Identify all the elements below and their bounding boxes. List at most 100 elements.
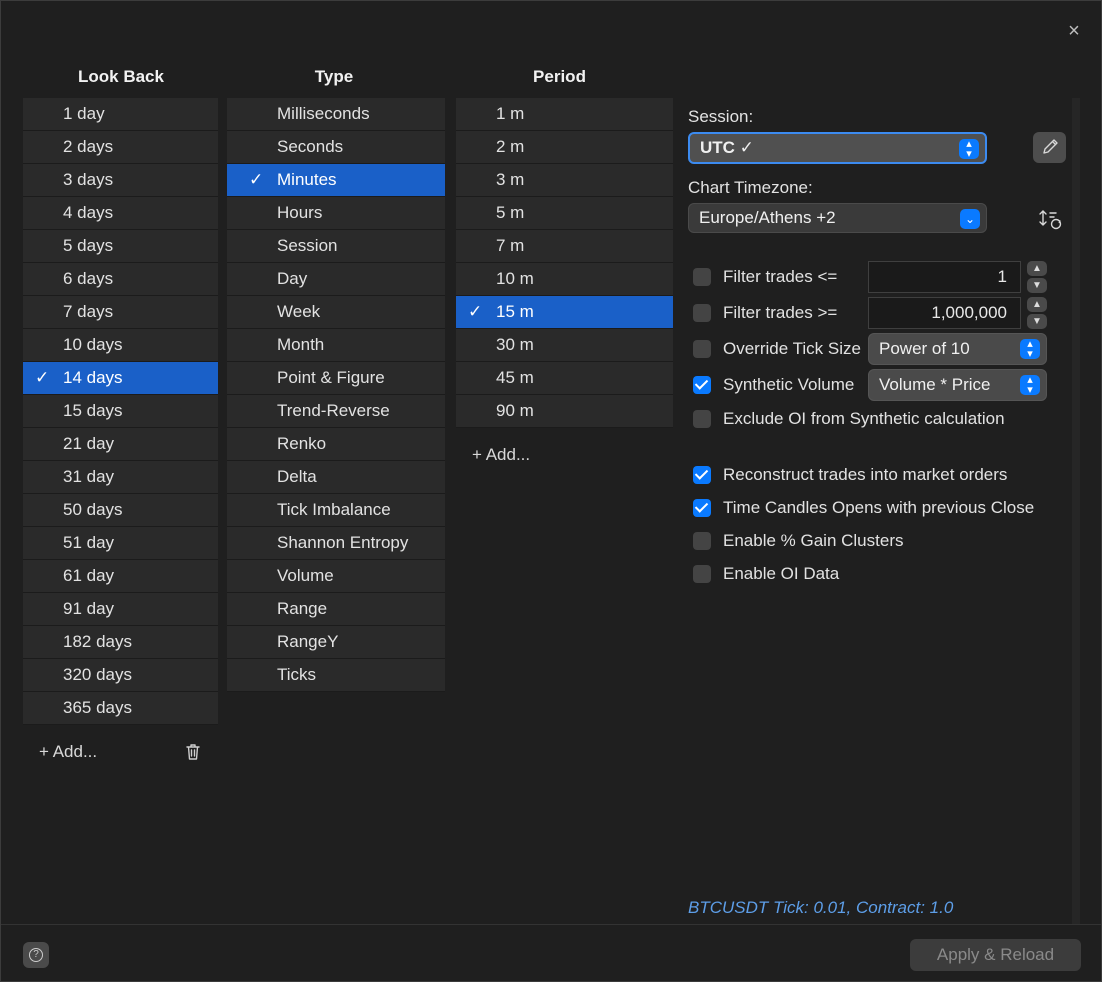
lookback-item[interactable]: 51 day xyxy=(23,527,218,560)
lookback-item[interactable]: 320 days xyxy=(23,659,218,692)
time-candles-checkbox[interactable] xyxy=(693,499,711,517)
trash-icon[interactable] xyxy=(184,742,202,762)
filter-le-label: Filter trades <= xyxy=(723,267,838,286)
filter-le-stepper[interactable]: ▲ ▼ xyxy=(1027,261,1047,293)
chevron-down-icon[interactable]: ▼ xyxy=(1027,278,1047,293)
type-item-label: Month xyxy=(277,335,325,354)
chevron-down-icon[interactable]: ▼ xyxy=(1027,314,1047,329)
type-item[interactable]: Seconds xyxy=(227,131,445,164)
filter-ge-checkbox[interactable] xyxy=(693,304,711,322)
period-item[interactable]: 7 m xyxy=(456,230,673,263)
type-item-label: Session xyxy=(277,236,338,255)
lookback-item[interactable]: 1 day xyxy=(23,98,218,131)
lookback-item[interactable]: 182 days xyxy=(23,626,218,659)
type-item-label: Milliseconds xyxy=(277,104,370,123)
chevron-up-icon[interactable]: ▲ xyxy=(1027,261,1047,276)
checkmark-icon: ✓ xyxy=(35,368,50,387)
type-item[interactable]: Point & Figure xyxy=(227,362,445,395)
lookback-item[interactable]: 3 days xyxy=(23,164,218,197)
exclude-oi-checkbox[interactable] xyxy=(693,410,711,428)
period-add-button[interactable]: + Add... xyxy=(472,445,530,465)
type-item[interactable]: Renko xyxy=(227,428,445,461)
period-item-label: 90 m xyxy=(496,401,534,420)
chevron-up-icon[interactable]: ▲ xyxy=(1027,297,1047,312)
lookback-item[interactable]: 50 days xyxy=(23,494,218,527)
type-item-label: Range xyxy=(277,599,328,618)
lookback-add-button[interactable]: + Add... xyxy=(39,742,97,762)
lookback-item[interactable]: 10 days xyxy=(23,329,218,362)
lookback-item[interactable]: 61 day xyxy=(23,560,218,593)
period-item[interactable]: 5 m xyxy=(456,197,673,230)
type-item-label: Week xyxy=(277,302,321,321)
type-item[interactable]: Volume xyxy=(227,560,445,593)
type-item[interactable]: ✓ Minutes xyxy=(227,164,445,197)
type-item[interactable]: Tick Imbalance xyxy=(227,494,445,527)
filter-le-input[interactable]: 1 xyxy=(868,261,1021,293)
type-item[interactable]: Range xyxy=(227,593,445,626)
override-tick-checkbox[interactable] xyxy=(693,340,711,358)
swap-sort-icon[interactable] xyxy=(1037,207,1063,231)
lookback-item[interactable]: ✓ 14 days xyxy=(23,362,218,395)
type-item[interactable]: Shannon Entropy xyxy=(227,527,445,560)
apply-reload-button[interactable]: Apply & Reload xyxy=(910,939,1081,971)
type-item[interactable]: Ticks xyxy=(227,659,445,692)
filter-le-checkbox[interactable] xyxy=(693,268,711,286)
lookback-item[interactable]: 21 day xyxy=(23,428,218,461)
synthetic-volume-checkbox[interactable] xyxy=(693,376,711,394)
period-item[interactable]: 45 m xyxy=(456,362,673,395)
lookback-item[interactable]: 2 days xyxy=(23,131,218,164)
lookback-item-label: 51 day xyxy=(63,533,115,552)
reconstruct-checkbox[interactable] xyxy=(693,466,711,484)
synthetic-volume-select[interactable]: Volume * Price ▴ ▾ xyxy=(868,369,1047,401)
type-item[interactable]: Delta xyxy=(227,461,445,494)
lookback-item[interactable]: 5 days xyxy=(23,230,218,263)
type-item[interactable]: Week xyxy=(227,296,445,329)
lookback-item-label: 91 day xyxy=(63,599,115,618)
lookback-item[interactable]: 7 days xyxy=(23,296,218,329)
period-item[interactable]: 30 m xyxy=(456,329,673,362)
help-button[interactable]: ? xyxy=(23,942,49,968)
period-item-label: 15 m xyxy=(496,302,534,321)
pencil-icon xyxy=(1043,139,1058,154)
type-item-label: Trend-Reverse xyxy=(277,401,390,420)
period-item-label: 30 m xyxy=(496,335,534,354)
lookback-item[interactable]: 6 days xyxy=(23,263,218,296)
type-item-label: Volume xyxy=(277,566,334,585)
lookback-list: 1 day 2 days 3 days 4 days 5 days 6 days 7 day… xyxy=(23,98,218,725)
gain-clusters-checkbox[interactable] xyxy=(693,532,711,550)
session-select[interactable]: UTC ✓ ▴ ▾ xyxy=(688,132,987,164)
edit-session-button[interactable] xyxy=(1033,132,1066,163)
updown-chevron-icon: ▴ ▾ xyxy=(959,139,979,160)
override-tick-select[interactable]: Power of 10 ▴ ▾ xyxy=(868,333,1047,365)
filter-ge-stepper[interactable]: ▲ ▼ xyxy=(1027,297,1047,329)
scrollbar[interactable] xyxy=(1072,98,1080,924)
type-item[interactable]: Hours xyxy=(227,197,445,230)
type-item-label: Ticks xyxy=(277,665,317,684)
period-item[interactable]: ✓ 15 m xyxy=(456,296,673,329)
period-item[interactable]: 1 m xyxy=(456,98,673,131)
period-item[interactable]: 3 m xyxy=(456,164,673,197)
lookback-item-label: 4 days xyxy=(63,203,114,222)
timezone-select[interactable]: Europe/Athens +2 ⌄ xyxy=(688,203,987,233)
type-item[interactable]: Month xyxy=(227,329,445,362)
period-item[interactable]: 90 m xyxy=(456,395,673,428)
period-item[interactable]: 2 m xyxy=(456,131,673,164)
type-item[interactable]: Milliseconds xyxy=(227,98,445,131)
lookback-item[interactable]: 91 day xyxy=(23,593,218,626)
period-item[interactable]: 10 m xyxy=(456,263,673,296)
type-item[interactable]: Trend-Reverse xyxy=(227,395,445,428)
symbol-info: BTCUSDT Tick: 0.01, Contract: 1.0 xyxy=(688,898,954,917)
lookback-item[interactable]: 365 days xyxy=(23,692,218,725)
close-icon[interactable]: × xyxy=(1064,21,1084,41)
oi-data-checkbox[interactable] xyxy=(693,565,711,583)
lookback-item-label: 365 days xyxy=(63,698,132,717)
filter-ge-input[interactable]: 1,000,000 xyxy=(868,297,1021,329)
updown-chevron-icon: ▴ ▾ xyxy=(1020,339,1040,360)
type-item[interactable]: Session xyxy=(227,230,445,263)
type-item[interactable]: RangeY xyxy=(227,626,445,659)
type-item[interactable]: Day xyxy=(227,263,445,296)
time-candles-label: Time Candles Opens with previous Close xyxy=(723,498,1035,517)
lookback-item[interactable]: 4 days xyxy=(23,197,218,230)
lookback-item[interactable]: 15 days xyxy=(23,395,218,428)
lookback-item[interactable]: 31 day xyxy=(23,461,218,494)
